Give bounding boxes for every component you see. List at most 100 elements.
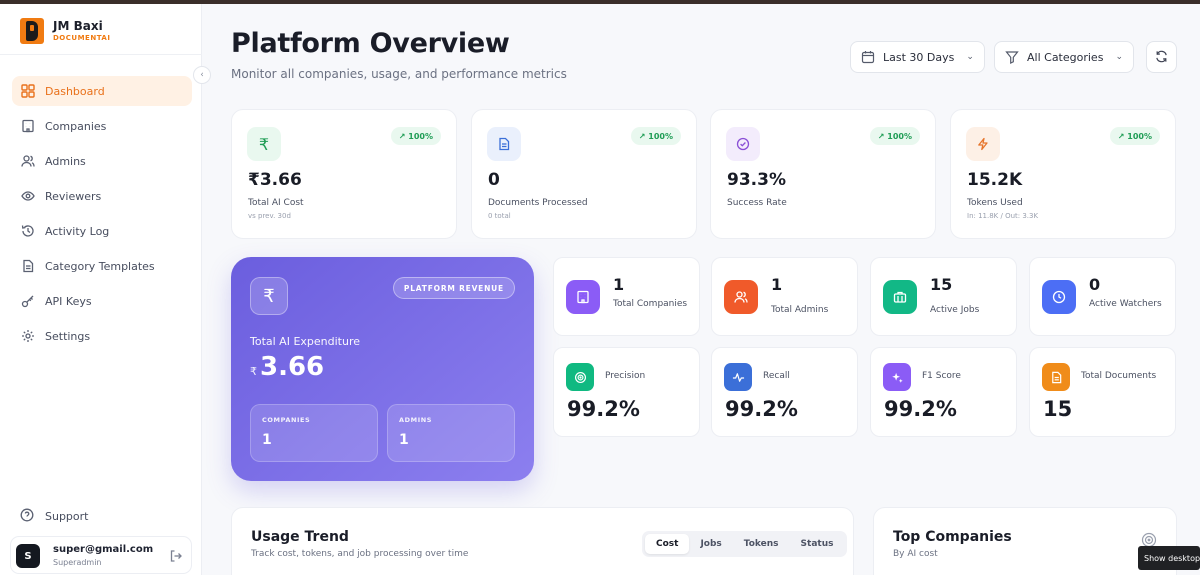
users-icon bbox=[724, 280, 758, 314]
sidebar-item-settings[interactable]: Settings bbox=[12, 321, 192, 351]
tab-tokens[interactable]: Tokens bbox=[733, 534, 790, 554]
sidebar-item-label: Activity Log bbox=[45, 224, 110, 238]
stat-value: ₹3.66 bbox=[248, 170, 302, 190]
chevron-left-icon: ‹ bbox=[200, 70, 204, 80]
eye-icon bbox=[20, 188, 36, 204]
sidebar-item-label: Settings bbox=[45, 329, 91, 343]
refresh-button[interactable] bbox=[1146, 41, 1177, 73]
count-value: 0 bbox=[1089, 275, 1101, 294]
growth-badge: ↗ 100% bbox=[1109, 127, 1160, 145]
metric-value: 99.2% bbox=[884, 397, 957, 421]
count-card-active-jobs: 15 Active Jobs bbox=[870, 257, 1017, 336]
revenue-amount: 3.66 bbox=[260, 352, 325, 382]
file-icon bbox=[1042, 363, 1070, 391]
date-range-dropdown[interactable]: Last 30 Days ⌄ bbox=[850, 41, 985, 73]
revenue-admins-label: ADMINS bbox=[399, 416, 433, 424]
stat-note: In: 11.8K / Out: 3.3K bbox=[967, 212, 1039, 220]
revenue-companies-value: 1 bbox=[262, 432, 272, 448]
platform-revenue-badge: PLATFORM REVENUE bbox=[392, 277, 515, 299]
sidebar-item-label: Dashboard bbox=[45, 84, 105, 98]
brand-subtitle: DOCUMENTAI bbox=[53, 33, 111, 42]
bolt-icon bbox=[966, 127, 1000, 161]
count-label: Active Watchers bbox=[1089, 299, 1162, 309]
tab-jobs[interactable]: Jobs bbox=[689, 534, 732, 554]
key-icon bbox=[20, 293, 36, 309]
revenue-companies-label: COMPANIES bbox=[262, 416, 311, 424]
chevron-down-icon: ⌄ bbox=[966, 52, 974, 62]
brand[interactable]: JM Baxi DOCUMENTAI bbox=[20, 18, 110, 44]
growth-badge: ↗ 100% bbox=[869, 127, 920, 145]
usage-trend-title: Usage Trend bbox=[251, 529, 349, 545]
growth-badge: ↗ 100% bbox=[390, 127, 441, 145]
count-label: Active Jobs bbox=[930, 305, 980, 315]
revenue-admins-box: ADMINS 1 bbox=[387, 404, 515, 462]
count-label: Total Companies bbox=[613, 299, 688, 309]
show-desktop-tooltip: Show desktop bbox=[1138, 546, 1200, 570]
metric-label: Precision bbox=[605, 371, 646, 381]
platform-revenue-card: ₹ PLATFORM REVENUE Total AI Expenditure … bbox=[231, 257, 534, 481]
usage-trend-panel: Usage Trend Track cost, tokens, and job … bbox=[231, 507, 854, 575]
count-value: 15 bbox=[930, 275, 953, 294]
category-dropdown[interactable]: All Categories ⌄ bbox=[994, 41, 1134, 73]
sidebar-item-activity-log[interactable]: Activity Log bbox=[12, 216, 192, 246]
stat-card-documents: ↗ 100% 0 Documents Processed 0 total bbox=[471, 109, 697, 239]
sidebar-item-admins[interactable]: Admins bbox=[12, 146, 192, 176]
avatar: S bbox=[16, 544, 40, 568]
metric-card-precision: Precision 99.2% bbox=[553, 347, 700, 437]
stat-value: 15.2K bbox=[967, 170, 1023, 190]
metric-value: 99.2% bbox=[567, 397, 640, 421]
refresh-icon bbox=[1155, 48, 1168, 67]
revenue-companies-box: COMPANIES 1 bbox=[250, 404, 378, 462]
stat-card-success-rate: ↗ 100% 93.3% Success Rate bbox=[710, 109, 936, 239]
count-label: Total Admins bbox=[771, 305, 829, 315]
stat-card-ai-cost: ₹ ↗ 100% ₹3.66 Total AI Cost vs prev. 30… bbox=[231, 109, 457, 239]
user-role: Superadmin bbox=[53, 558, 102, 567]
sidebar-item-api-keys[interactable]: API Keys bbox=[12, 286, 192, 316]
sidebar-collapse-button[interactable]: ‹ bbox=[193, 66, 211, 84]
metric-label: Total Documents bbox=[1081, 371, 1157, 381]
sidebar-item-label: Reviewers bbox=[45, 189, 102, 203]
stat-card-tokens: ↗ 100% 15.2K Tokens Used In: 11.8K / Out… bbox=[950, 109, 1176, 239]
help-circle-icon bbox=[20, 508, 36, 524]
revenue-value: ₹ 3.66 bbox=[250, 352, 324, 382]
stat-label: Success Rate bbox=[727, 198, 787, 208]
sidebar-item-label: Admins bbox=[45, 154, 86, 168]
support-label: Support bbox=[45, 509, 89, 523]
tab-status[interactable]: Status bbox=[790, 534, 845, 554]
metric-label: Recall bbox=[763, 371, 790, 381]
sidebar-item-category-templates[interactable]: Category Templates bbox=[12, 251, 192, 281]
brand-logo-icon bbox=[20, 18, 44, 44]
building-icon bbox=[20, 118, 36, 134]
usage-trend-tabs: Cost Jobs Tokens Status bbox=[642, 531, 848, 557]
sidebar: JM Baxi DOCUMENTAI Dashboard Companies A… bbox=[0, 4, 202, 575]
revenue-admins-value: 1 bbox=[399, 432, 409, 448]
logout-icon[interactable] bbox=[169, 548, 183, 562]
page-subtitle: Monitor all companies, usage, and perfor… bbox=[231, 67, 567, 81]
date-range-value: Last 30 Days bbox=[883, 50, 955, 64]
top-companies-subtitle: By AI cost bbox=[893, 549, 938, 559]
check-circle-icon bbox=[726, 127, 760, 161]
count-value: 1 bbox=[771, 275, 783, 294]
sidebar-item-reviewers[interactable]: Reviewers bbox=[12, 181, 192, 211]
sidebar-item-companies[interactable]: Companies bbox=[12, 111, 192, 141]
stat-label: Tokens Used bbox=[967, 198, 1023, 208]
rupee-icon: ₹ bbox=[250, 277, 288, 315]
top-companies-panel: Top Companies By AI cost bbox=[873, 507, 1177, 575]
users-icon bbox=[20, 153, 36, 169]
metric-label: F1 Score bbox=[922, 371, 961, 381]
sidebar-item-label: Category Templates bbox=[45, 259, 155, 273]
count-value: 1 bbox=[613, 275, 625, 294]
file-icon bbox=[487, 127, 521, 161]
support-link[interactable]: Support bbox=[12, 501, 192, 531]
pulse-icon bbox=[724, 363, 752, 391]
usage-trend-subtitle: Track cost, tokens, and job processing o… bbox=[251, 549, 469, 559]
sidebar-item-label: API Keys bbox=[45, 294, 92, 308]
tab-cost[interactable]: Cost bbox=[645, 534, 690, 554]
count-card-companies: 1 Total Companies bbox=[553, 257, 700, 336]
stat-value: 0 bbox=[488, 170, 500, 190]
sidebar-item-dashboard[interactable]: Dashboard bbox=[12, 76, 192, 106]
sidebar-divider bbox=[0, 54, 202, 55]
target-icon bbox=[566, 363, 594, 391]
briefcase-icon bbox=[883, 280, 917, 314]
user-card[interactable]: S super@gmail.com Superadmin bbox=[10, 536, 192, 574]
